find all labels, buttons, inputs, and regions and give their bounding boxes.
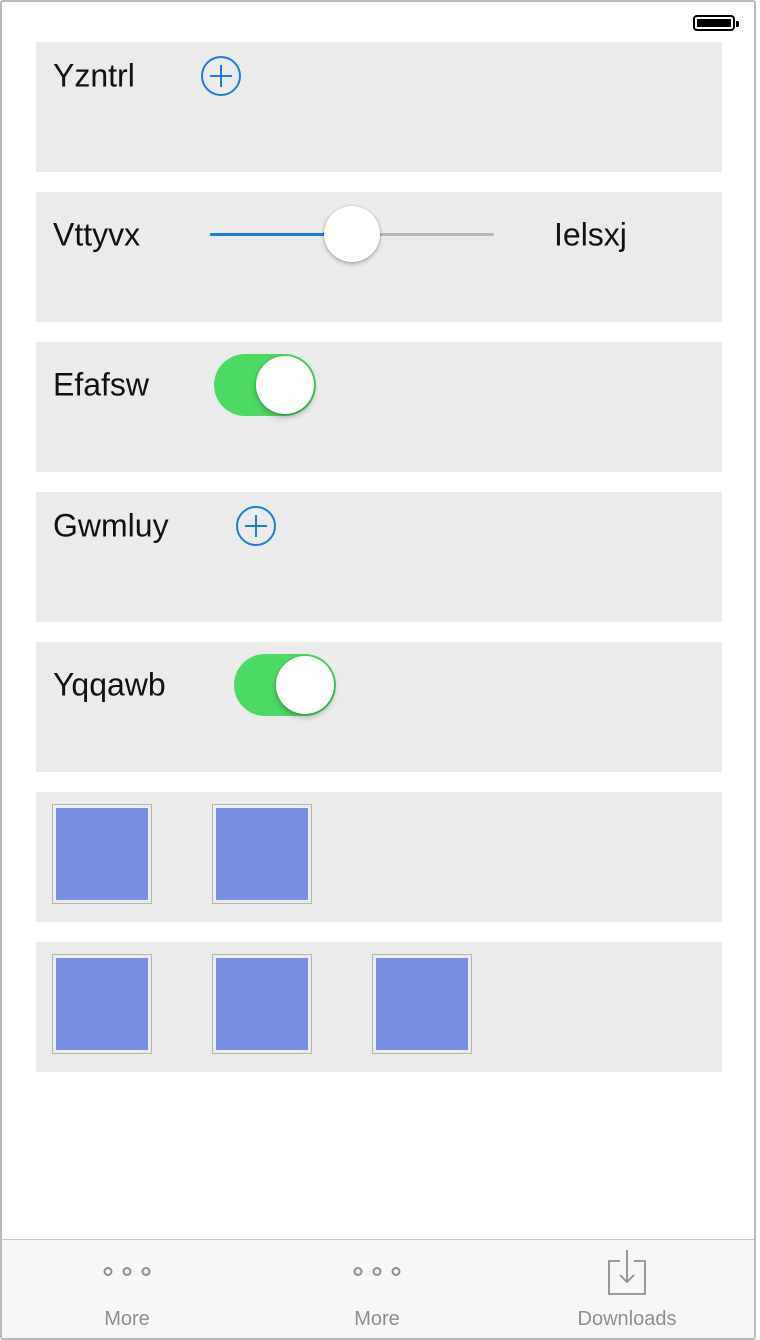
value-slider[interactable]: [210, 206, 494, 262]
switch-knob: [276, 656, 334, 714]
row-label: Efafsw: [53, 366, 150, 403]
app-screen: Yzntrl Vttyvx Ielsxj Efafsw Gwmluy Yqqaw…: [0, 0, 756, 1340]
more-dots-icon: [103, 1267, 151, 1276]
image-tile[interactable]: [52, 804, 152, 904]
slider-thumb[interactable]: [324, 206, 380, 262]
row-label: Yqqawb: [53, 666, 166, 703]
image-tile[interactable]: [52, 954, 152, 1054]
row-tiles-3: [36, 942, 722, 1072]
tab-more-1[interactable]: More: [2, 1240, 252, 1338]
row-label: Gwmluy: [53, 507, 169, 544]
row-yqqawb: Yqqawb: [36, 642, 722, 772]
row-label: Yzntrl: [53, 57, 135, 94]
efafsw-switch[interactable]: [214, 354, 316, 416]
battery-icon: [693, 15, 739, 31]
row-efafsw: Efafsw: [36, 342, 722, 472]
image-tile[interactable]: [372, 954, 472, 1054]
image-tile[interactable]: [212, 954, 312, 1054]
tab-bar: More More Downloads: [2, 1239, 754, 1338]
slider-right-label: Ielsxj: [554, 216, 627, 253]
add-circle-icon[interactable]: [236, 506, 276, 546]
row-gwmluy: Gwmluy: [36, 492, 722, 622]
download-tray-icon: [608, 1250, 646, 1295]
add-circle-icon[interactable]: [201, 56, 241, 96]
yqqawb-switch[interactable]: [234, 654, 336, 716]
image-tile[interactable]: [212, 804, 312, 904]
tab-label: More: [354, 1308, 400, 1330]
row-label: Vttyvx: [53, 216, 141, 253]
row-vttyvx: Vttyvx Ielsxj: [36, 192, 722, 322]
tab-more-2[interactable]: More: [252, 1240, 502, 1338]
tab-downloads[interactable]: Downloads: [502, 1240, 752, 1338]
switch-knob: [256, 356, 314, 414]
row-tiles-2: [36, 792, 722, 922]
tab-label: More: [104, 1308, 150, 1330]
row-yzntrl: Yzntrl: [36, 42, 722, 172]
tab-label: Downloads: [577, 1308, 677, 1330]
more-dots-icon: [353, 1267, 401, 1276]
